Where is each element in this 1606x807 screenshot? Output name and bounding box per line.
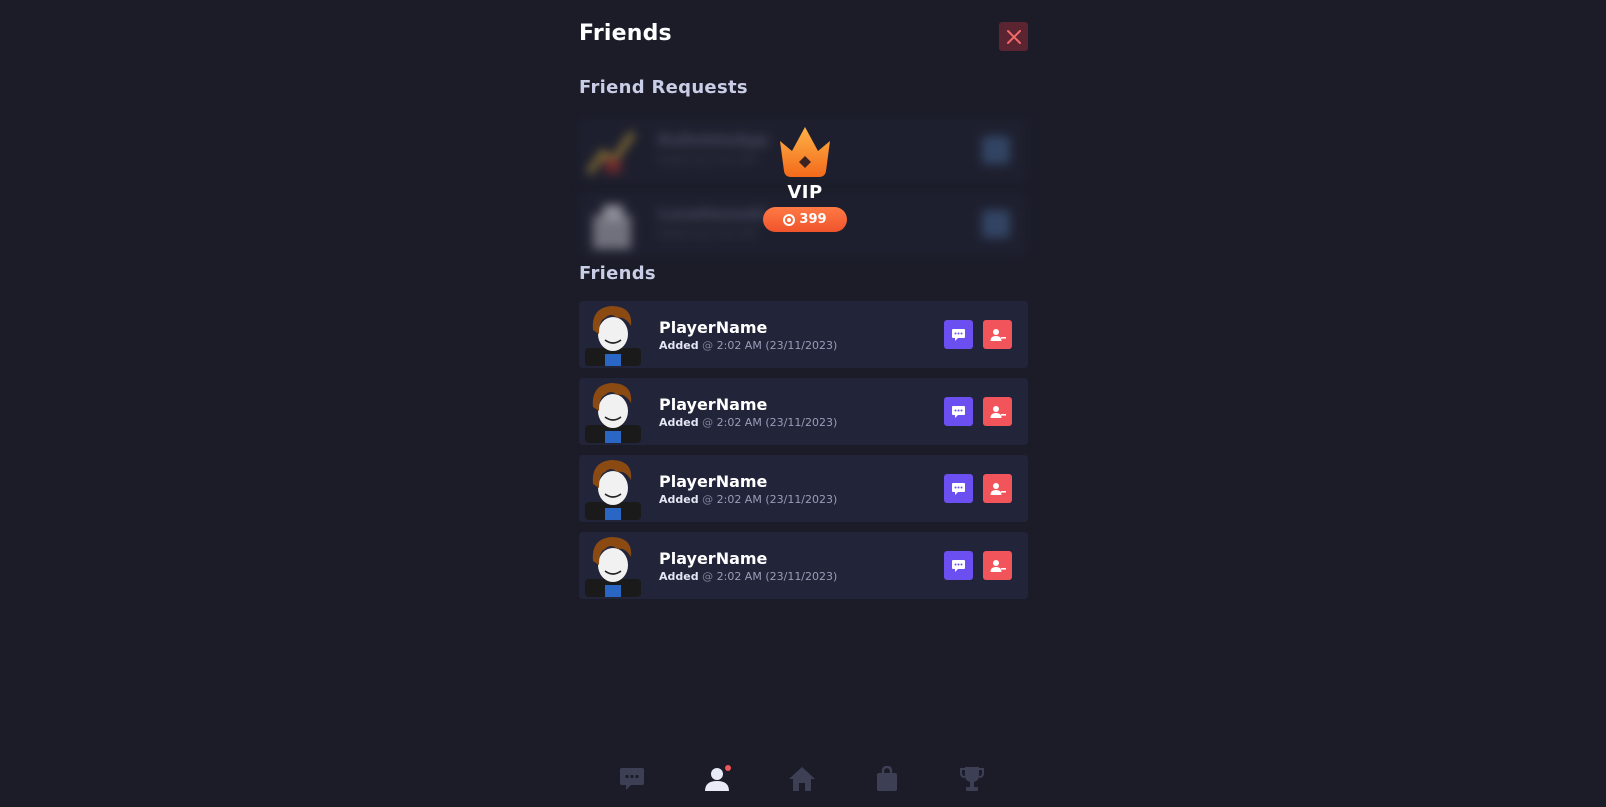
shop-bag-icon: [877, 766, 897, 791]
friends-panel: Friends Friend Requests RoDeleteApp Adde…: [579, 0, 1028, 807]
at-symbol: @: [702, 416, 714, 429]
friend-name: PlayerName: [659, 472, 768, 491]
nav-friends[interactable]: [700, 762, 734, 796]
chat-button[interactable]: [944, 474, 973, 503]
added-time: 2:02 AM (23/11/2023): [716, 339, 838, 352]
nav-trophy[interactable]: [955, 762, 989, 796]
friend-row: PlayerName Added @ 2:02 AM (23/11/2023): [579, 532, 1028, 599]
nav-home[interactable]: [785, 762, 819, 796]
coin-icon: [783, 213, 796, 226]
avatar-icon: [585, 460, 641, 520]
request-name: LunaHaneeki: [658, 205, 768, 223]
friend-added-info: Added @ 2:02 AM (23/11/2023): [659, 570, 837, 583]
chat-bubble-icon: [952, 482, 965, 495]
chat-icon: [620, 768, 644, 790]
friend-added-info: Added @ 2:02 AM (23/11/2023): [659, 416, 837, 429]
added-label: Added: [659, 493, 699, 506]
request-subtitle: Added @ 2:02 AM: [658, 227, 757, 240]
at-symbol: @: [702, 570, 714, 583]
page-title: Friends: [579, 21, 672, 46]
close-button[interactable]: [999, 22, 1028, 51]
remove-user-icon: [990, 405, 1006, 418]
friend-requests-title: Friend Requests: [579, 77, 748, 98]
friend-name: PlayerName: [659, 395, 768, 414]
friend-requests-locked: RoDeleteApp Added @ 2:02 AM LunaHaneeki …: [579, 117, 1028, 259]
added-time: 2:02 AM (23/11/2023): [716, 570, 838, 583]
request-name: RoDeleteApp: [658, 131, 769, 149]
request-subtitle: Added @ 2:02 AM: [658, 153, 757, 166]
added-label: Added: [659, 570, 699, 583]
vip-purchase-button[interactable]: 399: [763, 207, 847, 232]
friend-added-info: Added @ 2:02 AM (23/11/2023): [659, 493, 837, 506]
remove-friend-button[interactable]: [983, 551, 1012, 580]
notification-dot: [725, 765, 731, 771]
added-label: Added: [659, 339, 699, 352]
avatar-icon: [585, 306, 641, 366]
chat-bubble-icon: [952, 405, 965, 418]
friend-row: PlayerName Added @ 2:02 AM (23/11/2023): [579, 378, 1028, 445]
friends-section-title: Friends: [579, 263, 656, 284]
chat-button[interactable]: [944, 551, 973, 580]
added-time: 2:02 AM (23/11/2023): [716, 416, 838, 429]
avatar-icon: [585, 537, 641, 597]
friends-screen: Friends Friend Requests RoDeleteApp Adde…: [0, 0, 1606, 807]
request-accept-button: [982, 210, 1010, 238]
vip-label: VIP: [787, 182, 823, 203]
avatar-icon: [585, 383, 641, 443]
remove-user-icon: [990, 328, 1006, 341]
at-symbol: @: [702, 339, 714, 352]
friend-row: PlayerName Added @ 2:02 AM (23/11/2023): [579, 301, 1028, 368]
nav-chat[interactable]: [615, 762, 649, 796]
chat-button[interactable]: [944, 320, 973, 349]
added-label: Added: [659, 416, 699, 429]
remove-friend-button[interactable]: [983, 474, 1012, 503]
friend-added-info: Added @ 2:02 AM (23/11/2023): [659, 339, 837, 352]
crown-icon: [780, 127, 830, 177]
chat-bubble-icon: [952, 328, 965, 341]
bottom-nav: [579, 762, 1028, 800]
close-icon: [1006, 29, 1021, 44]
friend-name: PlayerName: [659, 549, 768, 568]
chat-bubble-icon: [952, 559, 965, 572]
remove-user-icon: [990, 482, 1006, 495]
request-avatar-icon: [586, 131, 636, 175]
home-icon: [789, 767, 815, 791]
remove-friend-button[interactable]: [983, 397, 1012, 426]
vip-unlock: VIP 399: [763, 125, 847, 251]
request-avatar-icon: [593, 205, 631, 249]
friend-name: PlayerName: [659, 318, 768, 337]
friend-row: PlayerName Added @ 2:02 AM (23/11/2023): [579, 455, 1028, 522]
remove-friend-button[interactable]: [983, 320, 1012, 349]
chat-button[interactable]: [944, 397, 973, 426]
vip-price: 399: [799, 212, 827, 227]
trophy-icon: [960, 767, 984, 791]
added-time: 2:02 AM (23/11/2023): [716, 493, 838, 506]
request-accept-button: [982, 136, 1010, 164]
nav-shop[interactable]: [870, 762, 904, 796]
remove-user-icon: [990, 559, 1006, 572]
at-symbol: @: [702, 493, 714, 506]
